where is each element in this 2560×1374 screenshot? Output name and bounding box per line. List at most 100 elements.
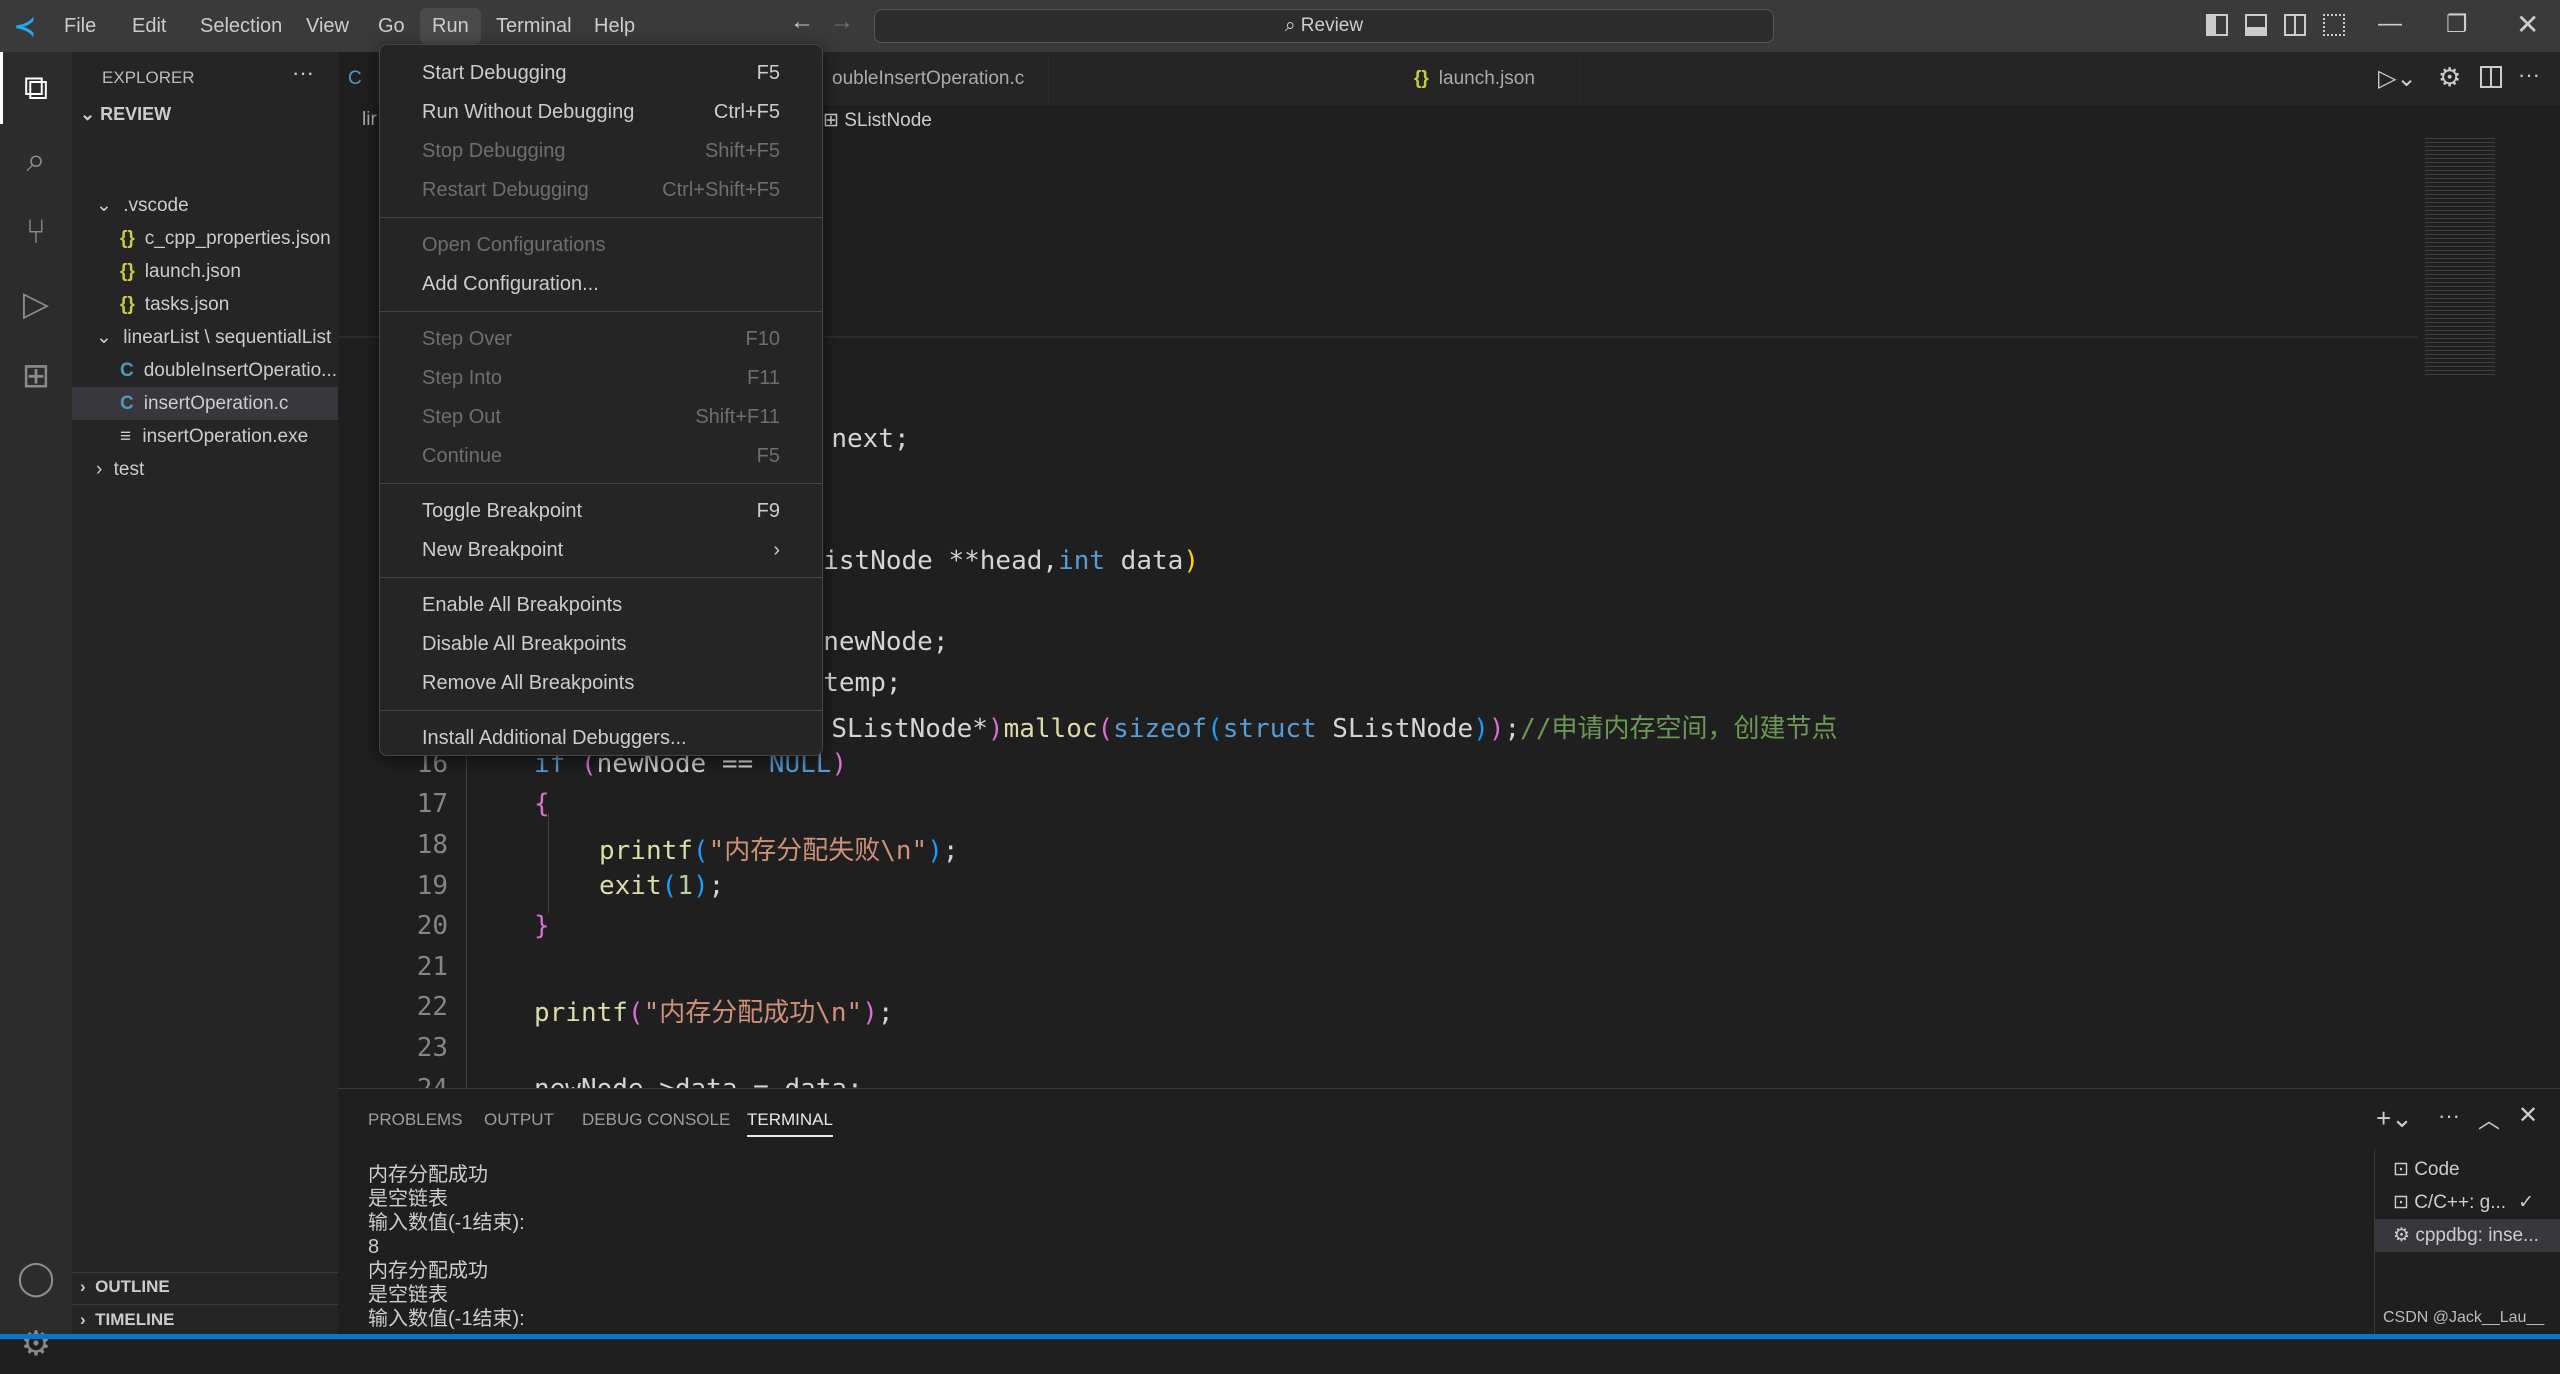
tab-insertOperation-c[interactable]: C	[338, 52, 378, 105]
tree-item[interactable]: {} c_cpp_properties.json	[72, 222, 338, 255]
code-token: exit	[599, 870, 662, 901]
tab-doubleInsertOperation[interactable]: oubleInsertOperation.c	[808, 52, 1050, 105]
chevron-right-icon: ›	[773, 539, 780, 561]
close-window-icon[interactable]: ✕	[2516, 8, 2539, 41]
chevron-right-icon: ›	[80, 1310, 96, 1329]
menu-item-add-configuration[interactable]: Add Configuration...	[380, 265, 822, 304]
menu-run[interactable]: Run	[420, 8, 481, 44]
menu-item-remove-all-breakpoints[interactable]: Remove All Breakpoints	[380, 664, 822, 703]
code-token: malloc	[1003, 714, 1098, 745]
gear-icon[interactable]: ⚙	[2438, 62, 2461, 93]
menu-item-step-into[interactable]: Step Into F11	[380, 359, 822, 398]
code-token: ;	[1504, 714, 1521, 745]
maximize-panel-icon[interactable]: ︿	[2478, 1103, 2500, 1135]
tree-item[interactable]: {} launch.json	[72, 255, 338, 288]
extensions-icon[interactable]: ⊞	[0, 340, 72, 412]
tab-launch-json[interactable]: {} launch.json	[1390, 52, 1580, 105]
panel-tab-problems[interactable]: PROBLEMS	[368, 1103, 462, 1137]
terminal-line: 8	[368, 1236, 380, 1258]
code-token: )	[1473, 714, 1489, 745]
menu-item-open-configurations[interactable]: Open Configurations	[380, 226, 822, 265]
code-token: )	[692, 870, 709, 901]
code-token: (	[692, 836, 709, 866]
menu-item-install-additional-debuggers[interactable]: Install Additional Debuggers...	[380, 719, 822, 758]
menu-item-shortcut: F5	[756, 62, 780, 84]
terminal-line: 是空链表	[368, 1284, 448, 1306]
more-actions-icon[interactable]: ···	[2518, 62, 2540, 88]
outline-section[interactable]: › OUTLINE	[80, 1277, 170, 1297]
panel-tab-terminal[interactable]: TERMINAL	[747, 1103, 833, 1137]
panel-tab-debug-console[interactable]: DEBUG CONSOLE	[582, 1103, 730, 1137]
terminal-instance[interactable]: ⊡ C/C++: g... ✓	[2375, 1186, 2560, 1219]
vscode-logo-icon: ≺	[14, 11, 36, 41]
menu-item-label: Continue	[422, 445, 503, 467]
toggle-secondary-sidebar-icon[interactable]	[2284, 14, 2306, 36]
source-control-icon[interactable]: ⑂	[0, 196, 72, 268]
menu-item-restart-debugging[interactable]: Restart Debugging Ctrl+Shift+F5	[380, 171, 822, 210]
more-actions-icon[interactable]: ···	[292, 60, 314, 86]
close-panel-icon[interactable]: ✕	[2518, 1101, 2538, 1130]
tree-item[interactable]: ≡ insertOperation.exe	[72, 420, 338, 453]
restore-icon[interactable]: ❐	[2446, 10, 2468, 39]
menu-item-step-out[interactable]: Step Out Shift+F11	[380, 398, 822, 437]
code-token: temp;	[823, 667, 902, 698]
menu-item-start-debugging[interactable]: Start Debugging F5	[380, 54, 822, 93]
tree-item[interactable]: CdoubleInsertOperatio...	[72, 354, 338, 387]
menu-item-new-breakpoint[interactable]: New Breakpoint ›	[380, 531, 822, 570]
workspace-root[interactable]: ⌄ REVIEW	[80, 104, 171, 125]
menu-item-toggle-breakpoint[interactable]: Toggle Breakpoint F9	[380, 492, 822, 531]
minimap[interactable]	[2425, 135, 2495, 375]
search-icon[interactable]: ⌕	[0, 124, 72, 196]
split-editor-icon[interactable]	[2480, 66, 2502, 88]
terminal-line: 是空链表	[368, 1188, 448, 1210]
menu-item-step-over[interactable]: Step Over F10	[380, 320, 822, 359]
forward-arrow-icon[interactable]: →	[830, 8, 854, 36]
more-actions-icon[interactable]: ···	[2438, 1103, 2460, 1129]
terminal-line: 输入数值(-1结束):	[368, 1212, 525, 1234]
back-arrow-icon[interactable]: ←	[790, 8, 814, 36]
minimize-icon[interactable]: —	[2378, 10, 2402, 38]
menu-selection[interactable]: Selection	[188, 0, 294, 52]
tree-item-label: c_cpp_properties.json	[144, 228, 331, 249]
menu-item-enable-all-breakpoints[interactable]: Enable All Breakpoints	[380, 586, 822, 625]
code-token: newNode;	[823, 627, 949, 657]
explorer-icon[interactable]: ⧉	[0, 52, 72, 124]
tree-item-label: tasks.json	[144, 294, 230, 315]
menu-view[interactable]: View	[294, 0, 361, 52]
run-file-icon[interactable]: ▷⌄	[2378, 64, 2417, 93]
timeline-section[interactable]: › TIMELINE	[80, 1310, 174, 1330]
menu-file[interactable]: File	[52, 0, 108, 52]
tree-item-label: insertOperation.exe	[142, 426, 309, 447]
line-number: 17	[416, 789, 448, 820]
code-token: )	[831, 748, 848, 779]
menu-item-continue[interactable]: Continue F5	[380, 437, 822, 476]
toggle-panel-icon[interactable]	[2245, 14, 2267, 36]
terminal-line: 内存分配成功	[368, 1260, 488, 1282]
terminal-icon: ⊡	[2393, 1159, 2415, 1180]
terminal-instance[interactable]: ⚙ cppdbg: inse...	[2375, 1219, 2560, 1252]
panel-tab-output[interactable]: OUTPUT	[484, 1103, 554, 1137]
menu-item-disable-all-breakpoints[interactable]: Disable All Breakpoints	[380, 625, 822, 664]
tree-item[interactable]: CinsertOperation.c	[72, 387, 338, 420]
menu-item-stop-debugging[interactable]: Stop Debugging Shift+F5	[380, 132, 822, 171]
toggle-primary-sidebar-icon[interactable]	[2206, 14, 2228, 36]
terminal-label: cppdbg: inse...	[2415, 1225, 2539, 1246]
terminal-instance[interactable]: ⊡ Code	[2375, 1153, 2560, 1186]
run-menu: Start Debugging F5 Run Without Debugging Ct…	[379, 44, 823, 756]
line-number: 23	[416, 1033, 448, 1063]
run-debug-icon[interactable]: ▷	[0, 268, 72, 340]
tree-item[interactable]: › test	[72, 453, 338, 486]
tree-item[interactable]: ⌄ linearList \ sequentialList	[72, 321, 338, 354]
tree-item[interactable]: {} tasks.json	[72, 288, 338, 321]
menu-edit[interactable]: Edit	[120, 0, 178, 52]
settings-gear-icon[interactable]: ⚙	[0, 1314, 72, 1374]
menu-item-run-without-debugging[interactable]: Run Without Debugging Ctrl+F5	[380, 93, 822, 132]
json-file-icon: {}	[120, 228, 135, 249]
customize-layout-icon[interactable]	[2323, 14, 2345, 36]
tree-item[interactable]: ⌄ .vscode	[72, 189, 338, 222]
command-center-search[interactable]: ⌕ Review	[874, 9, 1774, 43]
code-token: )	[1488, 714, 1505, 745]
code-token: "内存分配失败\n"	[708, 836, 928, 866]
account-icon[interactable]: ◯	[0, 1242, 72, 1314]
new-terminal-icon[interactable]: +⌄	[2376, 1103, 2413, 1134]
